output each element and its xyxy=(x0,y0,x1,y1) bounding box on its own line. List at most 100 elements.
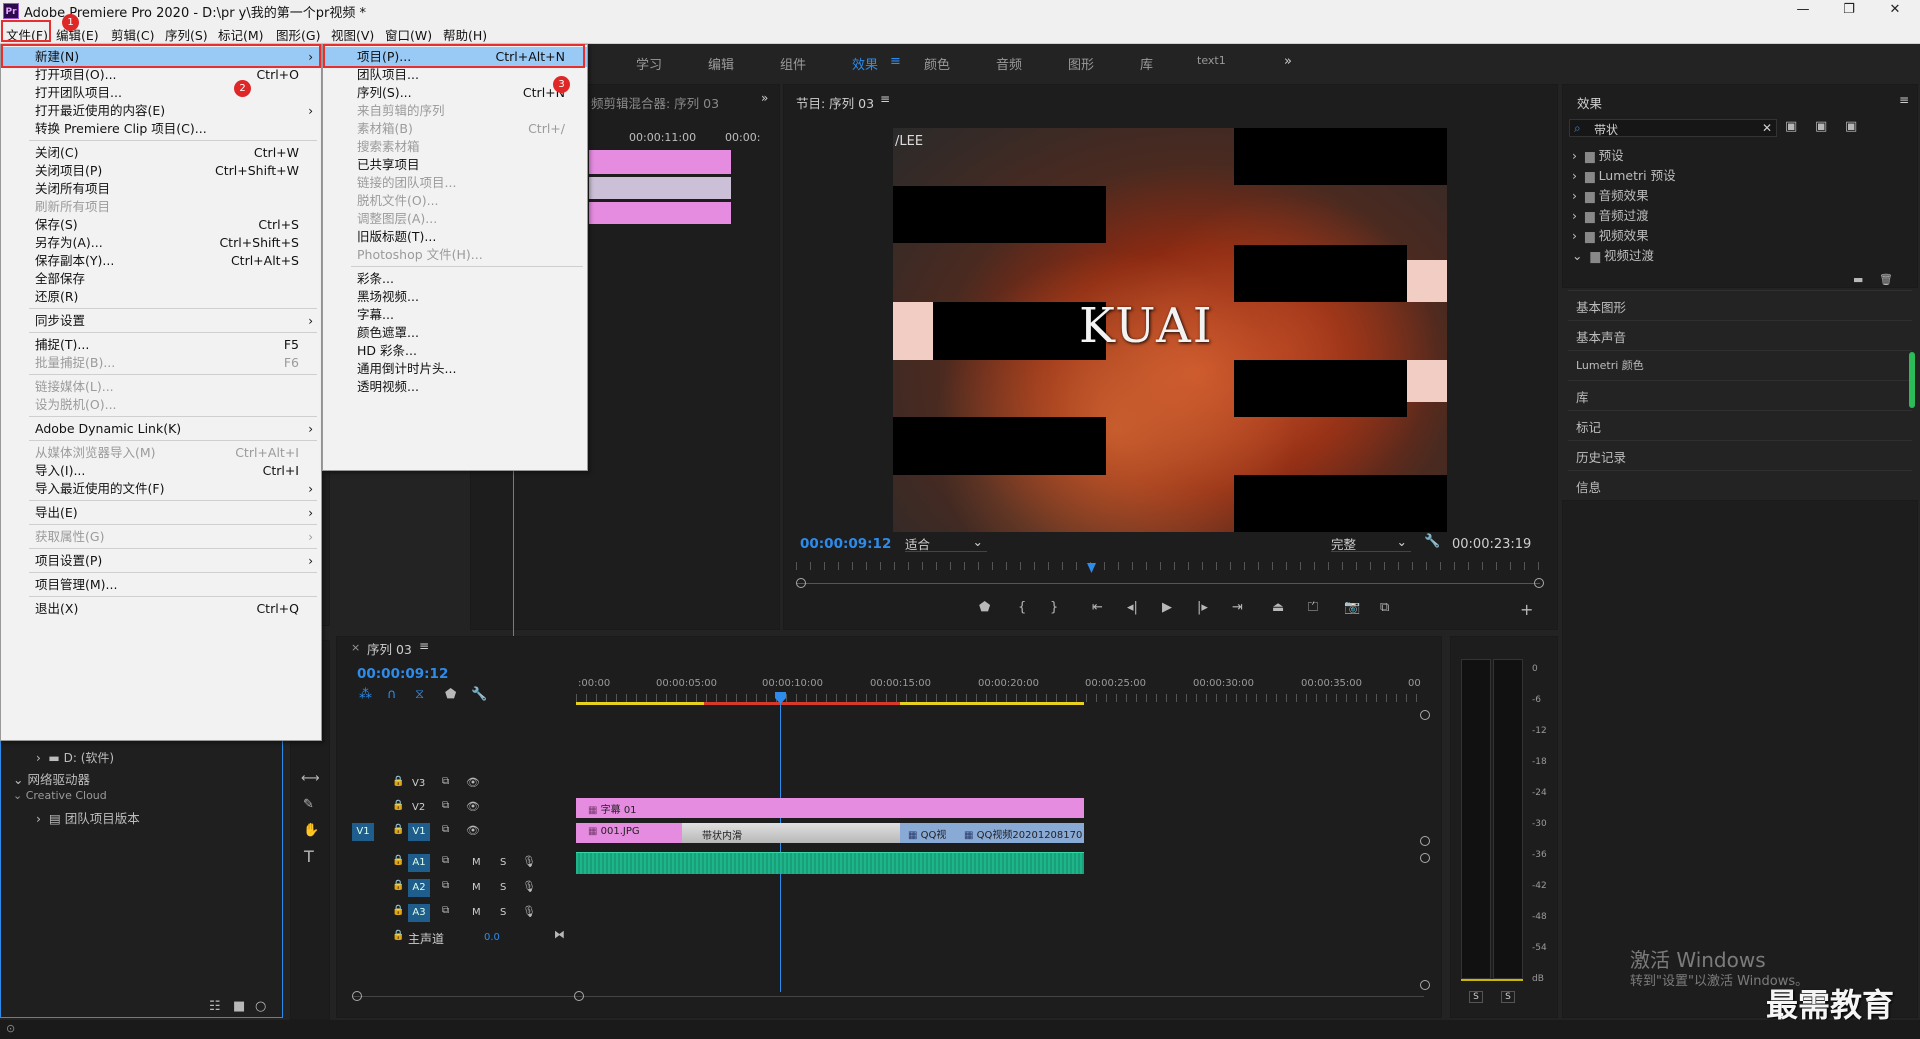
h-scroll-handle-right[interactable] xyxy=(574,991,584,1001)
file-menu-item[interactable]: 捕捉(T)... F5 xyxy=(1,335,321,355)
file-menu-item[interactable]: 导出(E) › xyxy=(1,503,321,523)
workspace-text1[interactable]: text1 xyxy=(1197,54,1226,67)
file-menu-item[interactable]: 打开项目(O)... Ctrl+O xyxy=(1,65,321,85)
file-menu-item[interactable]: 转换 Premiere Clip 项目(C)... xyxy=(1,119,321,139)
menu-sequence[interactable]: 序列(S) xyxy=(165,25,208,44)
program-current-timecode[interactable]: 00:00:09:12 xyxy=(800,536,891,552)
sync-lock-icon[interactable]: ⧉ xyxy=(442,880,449,891)
more-workspaces-icon[interactable]: » xyxy=(1284,54,1292,69)
hand-tool-icon[interactable]: ✋ xyxy=(303,823,319,838)
file-menu-item[interactable]: 导入(I)... Ctrl+I xyxy=(1,461,321,481)
new-submenu-item[interactable]: 调整图层(A)... xyxy=(323,209,587,229)
source-patch-v1[interactable]: V1 xyxy=(352,823,374,841)
minimize-icon[interactable]: — xyxy=(1780,0,1826,22)
play-icon[interactable]: ▶ xyxy=(1162,600,1172,615)
menu-view[interactable]: 视图(V) xyxy=(331,25,374,44)
sync-lock-icon[interactable]: ⧉ xyxy=(442,855,449,866)
sequence-menu-icon[interactable]: ≡ xyxy=(419,639,429,653)
track-a2-label[interactable]: A2 xyxy=(408,879,430,897)
file-menu-item[interactable]: 保存副本(Y)... Ctrl+Alt+S xyxy=(1,251,321,271)
h-scroll-handle-left[interactable] xyxy=(352,991,362,1001)
new-submenu-item[interactable]: 链接的团队项目... xyxy=(323,173,587,193)
new-submenu-item[interactable]: 序列(S)... Ctrl+N xyxy=(323,83,587,103)
solo-left-button[interactable]: S xyxy=(1469,991,1483,1003)
restore-icon[interactable]: ❐ xyxy=(1826,0,1872,22)
lock-icon[interactable]: 🔒 xyxy=(392,776,404,787)
sequence-tab[interactable]: 序列 03 xyxy=(367,639,412,658)
accelerated-effects-icon[interactable]: ▣ xyxy=(1785,119,1797,134)
file-menu-item[interactable]: 项目设置(P) › xyxy=(1,551,321,571)
solo-icon[interactable]: S xyxy=(500,857,506,868)
new-submenu-item[interactable]: 字幕... xyxy=(323,305,587,325)
v-scroll-handle[interactable] xyxy=(1420,710,1430,720)
effects-tree-audio-effects[interactable]: › ▆ 音频效果 xyxy=(1572,185,1649,204)
lift-icon[interactable]: ⏏ xyxy=(1272,600,1284,615)
mixer-more-icon[interactable]: » xyxy=(761,91,768,105)
microphone-icon[interactable]: 🎙 xyxy=(522,905,536,918)
microphone-icon[interactable]: 🎙 xyxy=(522,855,536,868)
clip-title-01[interactable]: ▦ 字幕 01 xyxy=(576,798,1084,818)
sync-lock-icon[interactable]: ⧉ xyxy=(442,800,449,811)
workspace-assembly[interactable]: 组件 xyxy=(780,54,806,73)
clip-qq-video-2[interactable]: ▦ QQ视频20201208170 xyxy=(956,823,1084,843)
panel-history[interactable]: 历史记录 xyxy=(1568,440,1912,468)
file-menu-item[interactable]: 从媒体浏览器导入(M) Ctrl+Alt+I xyxy=(1,443,321,463)
file-menu-item[interactable]: 关闭(C) Ctrl+W xyxy=(1,143,321,163)
master-jump-icon[interactable]: ⧓ xyxy=(554,928,565,941)
new-submenu-item[interactable]: 素材箱(B) Ctrl+/ xyxy=(323,119,587,139)
new-submenu-item[interactable]: 搜索素材箱 xyxy=(323,137,587,157)
extract-icon[interactable]: ⏍ xyxy=(1308,600,1318,615)
mute-icon[interactable]: M xyxy=(472,857,481,868)
eye-icon[interactable]: 👁 xyxy=(466,800,480,813)
nest-icon[interactable]: ⁂ xyxy=(359,687,372,702)
clip-audio-a1[interactable] xyxy=(576,852,1084,874)
effects-tree-presets[interactable]: › ▆ 预设 xyxy=(1572,145,1624,164)
lock-icon[interactable]: 🔒 xyxy=(392,905,404,916)
workspace-graphics[interactable]: 图形 xyxy=(1068,54,1094,73)
program-scroll-handle-left[interactable] xyxy=(796,578,806,588)
zoom-slider-icon[interactable]: ○ xyxy=(255,999,266,1014)
solo-icon[interactable]: S xyxy=(500,907,506,918)
new-submenu-item[interactable]: 团队项目... xyxy=(323,65,587,85)
tree-item-drive-d[interactable]: › ▬ D: (软件) xyxy=(36,749,114,766)
file-menu-item[interactable]: 项目管理(M)... xyxy=(1,575,321,595)
file-menu-item[interactable]: 退出(X) Ctrl+Q xyxy=(1,599,321,619)
tree-item-network[interactable]: ⌄ 网络驱动器 xyxy=(13,769,90,788)
icon-view-icon[interactable]: ■ xyxy=(233,999,245,1014)
panel-markers[interactable]: 标记 xyxy=(1568,410,1912,438)
clip-001-jpg[interactable]: ▦ 001.JPG xyxy=(576,823,682,843)
clear-search-icon[interactable]: ✕ xyxy=(1762,121,1772,135)
eye-icon[interactable]: 👁 xyxy=(466,824,480,837)
workspace-color[interactable]: 颜色 xyxy=(924,54,950,73)
program-menu-icon[interactable]: ≡ xyxy=(880,92,890,106)
step-back-icon[interactable]: ◂| xyxy=(1127,600,1138,615)
program-ruler[interactable] xyxy=(796,562,1540,570)
new-bin-icon[interactable]: ▬ xyxy=(1853,273,1863,286)
lock-icon[interactable]: 🔒 xyxy=(392,824,404,835)
fit-dropdown[interactable]: 适合 ⌄ xyxy=(905,534,987,552)
close-icon[interactable]: ✕ xyxy=(1872,0,1918,22)
lock-icon[interactable]: 🔒 xyxy=(392,855,404,866)
export-frame-icon[interactable]: 📷 xyxy=(1344,600,1360,615)
file-menu-item[interactable]: Adobe Dynamic Link(K) › xyxy=(1,419,321,439)
clip-qq-video-1[interactable]: ▦ QQ视 xyxy=(900,823,956,843)
file-menu-item[interactable]: 获取属性(G) › xyxy=(1,527,321,547)
sync-lock-icon[interactable]: ⧉ xyxy=(442,905,449,916)
add-marker-icon[interactable]: ⬟ xyxy=(445,687,456,702)
new-submenu-item[interactable]: 来自剪辑的序列 xyxy=(323,101,587,121)
timeline-settings-icon[interactable]: 🔧 xyxy=(471,687,487,702)
menu-clip[interactable]: 剪辑(C) xyxy=(111,25,154,44)
file-menu-item[interactable]: 链接媒体(L)... xyxy=(1,377,321,397)
button-editor-plus-icon[interactable]: + xyxy=(1520,600,1533,619)
program-scroll-track[interactable] xyxy=(796,583,1540,584)
file-menu-item[interactable]: 保存(S) Ctrl+S xyxy=(1,215,321,235)
workspace-learn[interactable]: 学习 xyxy=(636,54,662,73)
workspace-effects[interactable]: 效果 xyxy=(852,54,878,73)
file-menu-item[interactable]: 另存为(A)... Ctrl+Shift+S xyxy=(1,233,321,253)
file-menu-item[interactable]: 全部保存 xyxy=(1,269,321,289)
step-forward-icon[interactable]: |▸ xyxy=(1197,600,1208,615)
track-a3-label[interactable]: A3 xyxy=(408,904,430,922)
quality-dropdown[interactable]: 完整 ⌄ xyxy=(1331,534,1411,552)
type-tool-icon[interactable]: T xyxy=(304,847,314,866)
master-volume-value[interactable]: 0.0 xyxy=(484,932,500,943)
